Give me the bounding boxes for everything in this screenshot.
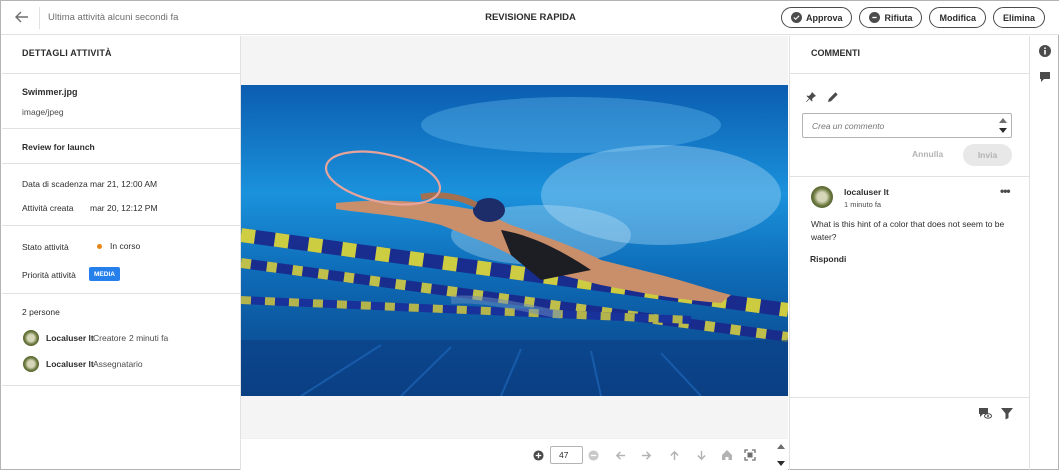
approve-label: Approva xyxy=(805,12,843,23)
file-type: image/jpeg xyxy=(22,107,64,117)
arrow-right-icon[interactable] xyxy=(640,449,652,461)
avatar xyxy=(811,186,833,208)
state-label: Stato attività xyxy=(22,242,69,252)
swimmer-photo xyxy=(241,85,788,396)
people-section: 2 persone Localuser lt Creatore 2 minuti… xyxy=(2,294,240,386)
edit-button[interactable]: Modifica xyxy=(929,7,986,28)
pencil-icon[interactable] xyxy=(827,91,839,103)
cancel-button[interactable]: Annulla xyxy=(912,149,943,159)
person-name: Localuser lt xyxy=(46,359,94,369)
comments-icon[interactable] xyxy=(1039,71,1051,83)
arrow-up-icon[interactable] xyxy=(668,449,680,461)
comments-heading: COMMENTI xyxy=(790,36,1029,74)
comment-input[interactable] xyxy=(802,113,1012,138)
person-role: Creatore xyxy=(93,333,127,343)
arrow-left-icon[interactable] xyxy=(614,449,626,461)
arrow-down-icon[interactable] xyxy=(695,449,707,461)
right-rail xyxy=(1029,36,1059,470)
action-buttons: Approva Rifiuta Modifica Elimina xyxy=(780,7,1045,28)
fit-to-screen-icon[interactable] xyxy=(744,449,756,461)
checkmark-circle-icon xyxy=(790,12,802,23)
file-name: Swimmer.jpg xyxy=(22,87,78,97)
reply-link[interactable]: Rispondi xyxy=(810,254,846,264)
zoom-level-field[interactable]: 47 xyxy=(550,446,583,464)
edit-label: Modifica xyxy=(939,12,976,23)
task-details-panel: DETTAGLI ATTIVITÀ Swimmer.jpg image/jpeg… xyxy=(2,36,241,470)
comment-field[interactable] xyxy=(812,121,982,131)
task-description: Review for launch xyxy=(22,142,95,152)
divider xyxy=(790,397,1030,398)
dates-section: Data di scadenza mar 21, 12:00 AM Attivi… xyxy=(2,164,240,226)
zoom-in-icon[interactable] xyxy=(532,449,544,461)
minus-circle-icon xyxy=(869,12,881,23)
people-count: 2 persone xyxy=(22,307,60,317)
pin-icon[interactable] xyxy=(805,91,817,103)
comment-time: 1 minuto fa xyxy=(844,200,882,209)
created-value: mar 20, 12:12 PM xyxy=(90,203,158,213)
reject-button[interactable]: Rifiuta xyxy=(859,7,923,28)
avatar xyxy=(23,356,39,372)
comment-input-stepper[interactable] xyxy=(998,117,1008,134)
asset-image[interactable] xyxy=(241,85,788,396)
image-viewer[interactable]: 47 xyxy=(241,36,788,471)
comment-author: localuser lt xyxy=(844,187,889,197)
zoom-out-icon[interactable] xyxy=(587,449,599,461)
comments-panel: COMMENTI Annulla Invia localuser lt 1 mi… xyxy=(789,36,1030,470)
more-options-icon[interactable]: ••• xyxy=(1000,184,1011,198)
divider xyxy=(790,176,1030,177)
due-date-value: mar 21, 12:00 AM xyxy=(90,179,158,189)
last-activity-text: Ultima attività alcuni secondi fa xyxy=(48,12,179,23)
status-dot-icon xyxy=(97,244,102,249)
divider xyxy=(39,7,40,29)
reject-label: Rifiuta xyxy=(884,12,913,23)
viewer-scrollbar[interactable] xyxy=(774,439,788,471)
priority-badge: MEDIA xyxy=(89,267,120,281)
send-button[interactable]: Invia xyxy=(963,144,1012,166)
comment-text: What is this hint of a color that does n… xyxy=(811,219,1005,242)
avatar xyxy=(23,330,39,346)
person-name: Localuser lt xyxy=(46,333,94,343)
delete-label: Elimina xyxy=(1002,12,1035,23)
filter-icon[interactable] xyxy=(1000,406,1014,420)
priority-label: Priorità attività xyxy=(22,270,76,280)
back-arrow-icon[interactable] xyxy=(12,7,32,27)
show-annotations-icon[interactable] xyxy=(978,406,992,420)
person-role: Assegnatario xyxy=(93,359,143,369)
zoom-toolbar: 47 xyxy=(241,438,788,471)
file-section: Swimmer.jpg image/jpeg xyxy=(2,74,240,129)
info-icon[interactable] xyxy=(1039,45,1051,57)
details-heading: DETTAGLI ATTIVITÀ xyxy=(2,36,240,74)
due-date-label: Data di scadenza xyxy=(22,179,88,189)
description-section: Review for launch xyxy=(2,129,240,164)
approve-button[interactable]: Approva xyxy=(780,7,853,28)
top-bar: Ultima attività alcuni secondi fa REVISI… xyxy=(1,1,1059,35)
app-window: Ultima attività alcuni secondi fa REVISI… xyxy=(0,0,1059,471)
delete-button[interactable]: Elimina xyxy=(992,7,1045,28)
person-time: 2 minuti fa xyxy=(129,333,169,343)
status-section: Stato attività In corso Priorità attivit… xyxy=(2,226,240,294)
created-label: Attività creata xyxy=(22,203,74,213)
home-icon[interactable] xyxy=(721,449,733,461)
state-value: In corso xyxy=(110,241,141,251)
